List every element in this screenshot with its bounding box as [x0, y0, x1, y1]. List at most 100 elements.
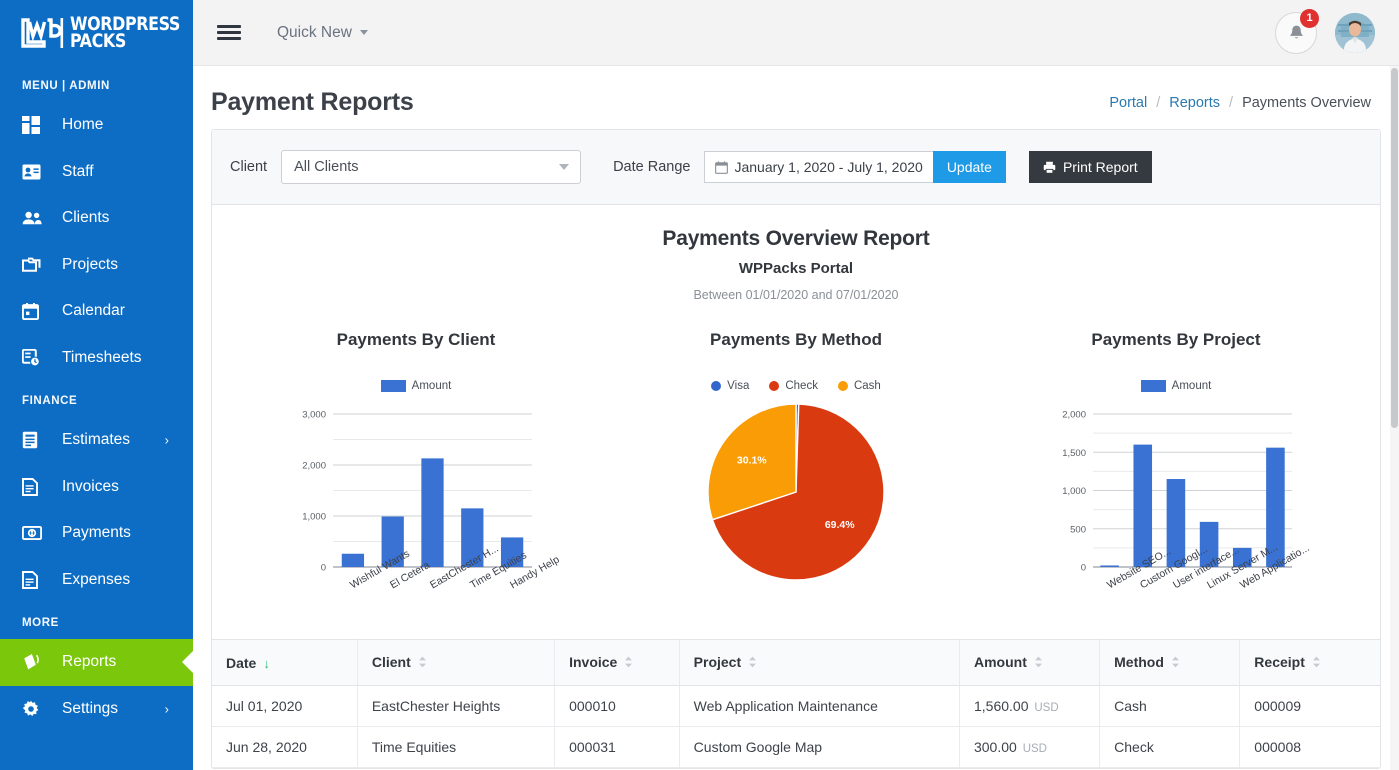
sidebar-item-calendar[interactable]: Calendar: [0, 288, 193, 335]
sidebar-item-invoices[interactable]: Invoices: [0, 464, 193, 511]
brand-logo[interactable]: WORDPRESS PACKS: [0, 0, 193, 66]
table-header-label: Amount: [974, 654, 1027, 670]
amount-currency: USD: [1034, 702, 1058, 714]
calendar-icon: [22, 303, 48, 320]
chart-title: Payments By Client: [226, 330, 606, 350]
bar-chart-plot: 05001,0001,5002,000Website SEO...Custom …: [986, 406, 1366, 639]
table-header-client[interactable]: Client: [357, 640, 554, 686]
sidebar-item-reports[interactable]: Reports: [0, 639, 193, 686]
table-header-amount[interactable]: Amount: [959, 640, 1099, 686]
table-header-label: Project: [694, 654, 741, 670]
table-header-method[interactable]: Method: [1100, 640, 1240, 686]
sidebar-item-home[interactable]: Home: [0, 102, 193, 149]
legend-label: Cash: [854, 380, 881, 392]
app-root: WORDPRESS PACKS MENU | ADMINHomeStaffCli…: [0, 0, 1399, 770]
avatar[interactable]: [1335, 13, 1375, 53]
breadcrumb-separator: /: [1156, 95, 1160, 111]
sidebar-item-estimates[interactable]: Estimates ›: [0, 417, 193, 464]
cell-project: Custom Google Map: [679, 727, 959, 768]
legend-label: Check: [785, 380, 818, 392]
hamburger-icon[interactable]: [217, 21, 241, 43]
cell-method: Check: [1100, 727, 1240, 768]
sidebar-item-staff[interactable]: Staff: [0, 149, 193, 196]
breadcrumb-item-portal[interactable]: Portal: [1109, 95, 1147, 111]
table-row[interactable]: Jun 28, 2020Time Equities000031Custom Go…: [212, 727, 1380, 768]
timesheet-icon: [22, 349, 48, 367]
table-header-label: Method: [1114, 654, 1164, 670]
table-header-label: Date: [226, 655, 256, 671]
table-header-invoice[interactable]: Invoice: [555, 640, 680, 686]
chevron-right-icon: ›: [165, 433, 169, 448]
sidebar-section-finance: FINANCE: [0, 381, 193, 417]
breadcrumb-separator: /: [1229, 95, 1233, 111]
legend-swatch-dot: [711, 381, 721, 391]
legend-swatch-dot: [838, 381, 848, 391]
topbar-right: 1: [1275, 12, 1375, 54]
people-icon: [22, 211, 48, 225]
cell-date: Jul 01, 2020: [212, 686, 357, 727]
cell-method: Cash: [1100, 686, 1240, 727]
chart-payments-by-method: Payments By MethodVisaCheckCash69.4%30.1…: [606, 330, 986, 639]
table-row[interactable]: Jul 01, 2020EastChester Heights000010Web…: [212, 686, 1380, 727]
notifications-button[interactable]: 1: [1275, 12, 1317, 54]
sidebar-item-label: Estimates: [62, 431, 130, 449]
quick-new-dropdown[interactable]: Quick New: [277, 24, 368, 42]
chart-legend: Amount: [226, 380, 606, 392]
chevron-right-icon: ›: [165, 701, 169, 716]
legend-item[interactable]: Cash: [838, 380, 881, 392]
sidebar-item-expenses[interactable]: Expenses: [0, 557, 193, 604]
sidebar-item-label: Clients: [62, 209, 109, 227]
print-report-button[interactable]: Print Report: [1029, 151, 1152, 183]
sidebar-item-clients[interactable]: Clients: [0, 195, 193, 242]
filter-bar: Client All Clients Date Range: [212, 130, 1380, 205]
cell-client: EastChester Heights: [357, 686, 554, 727]
legend-item[interactable]: Visa: [711, 380, 749, 392]
sidebar-nav: MENU | ADMINHomeStaffClientsProjectsCale…: [0, 66, 193, 732]
sidebar-item-settings[interactable]: Settings›: [0, 686, 193, 733]
chevron-down-icon: [360, 30, 368, 35]
chart-legend: Amount: [986, 380, 1366, 392]
table-header-date[interactable]: Date↓: [212, 640, 357, 686]
content-scroll: Client All Clients Date Range: [193, 129, 1399, 770]
sidebar-item-label: Projects: [62, 256, 118, 274]
breadcrumb-item-reports[interactable]: Reports: [1169, 95, 1220, 111]
pie-chart-plot: 69.4% 30.1%: [606, 402, 986, 582]
legend-item[interactable]: Amount: [381, 380, 452, 392]
sidebar: WORDPRESS PACKS MENU | ADMINHomeStaffCli…: [0, 0, 193, 770]
sidebar-item-label: Home: [62, 116, 103, 134]
table-header-receipt[interactable]: Receipt: [1240, 640, 1380, 686]
charts-row: Payments By Client Amount 01,0002,0003,000…: [226, 330, 1366, 639]
scrollbar-thumb[interactable]: [1391, 68, 1398, 428]
svg-text:30.1%: 30.1%: [737, 455, 767, 467]
sidebar-item-label: Expenses: [62, 571, 130, 589]
gear-icon: [22, 700, 48, 718]
printer-icon: [1043, 161, 1056, 174]
vertical-scrollbar[interactable]: [1390, 66, 1399, 770]
chart-legend: Visa Check Cash: [606, 380, 986, 392]
table-header-project[interactable]: Project: [679, 640, 959, 686]
sidebar-item-label: Invoices: [62, 478, 119, 496]
legend-item[interactable]: Check: [769, 380, 818, 392]
main-area: Quick New 1: [193, 0, 1399, 770]
table-header-label: Invoice: [569, 654, 617, 670]
date-range-value: January 1, 2020 - July 1, 2020: [734, 159, 922, 175]
legend-item[interactable]: Amount: [1141, 380, 1212, 392]
sort-icon: [624, 655, 633, 671]
document-lines-icon: [22, 431, 48, 449]
id-card-icon: [22, 164, 48, 180]
bar-chart-plot: 01,0002,0003,000Wishful WantsEl CeteraEa…: [226, 406, 606, 639]
update-button[interactable]: Update: [933, 151, 1006, 183]
payments-table: Date↓Client Invoice Project Amount Method Rec…: [212, 639, 1380, 768]
date-range-input[interactable]: January 1, 2020 - July 1, 2020: [704, 151, 932, 183]
cell-amount: 300.00 USD: [959, 727, 1099, 768]
client-select[interactable]: All Clients: [281, 150, 581, 184]
money-icon: [22, 526, 48, 540]
sidebar-item-projects[interactable]: Projects: [0, 242, 193, 289]
breadcrumb-item-payments-overview: Payments Overview: [1242, 95, 1371, 111]
svg-text:69.4%: 69.4%: [825, 519, 855, 531]
cell-amount: 1,560.00 USD: [959, 686, 1099, 727]
report-card: Client All Clients Date Range: [211, 129, 1381, 769]
sidebar-item-payments[interactable]: Payments: [0, 510, 193, 557]
sidebar-item-timesheets[interactable]: Timesheets: [0, 335, 193, 382]
svg-text:1,000: 1,000: [302, 512, 326, 523]
